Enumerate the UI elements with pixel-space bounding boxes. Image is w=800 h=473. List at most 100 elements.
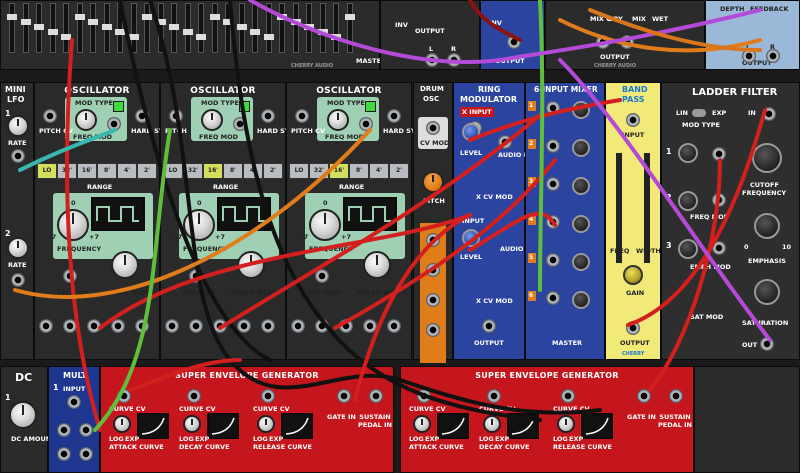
lfo1-out-jack[interactable] [11,149,25,163]
fader-slot[interactable] [182,3,193,53]
fader-slot[interactable] [344,3,355,53]
drum-jack-2[interactable] [426,263,440,277]
fader-slot[interactable] [209,3,220,53]
fader-handle[interactable] [223,19,233,25]
osc-out-jack-3[interactable] [111,319,125,333]
ring-level2-knob[interactable] [462,229,480,247]
ladder-fm1-jack[interactable] [712,147,726,161]
osc-sync-jack[interactable] [135,109,149,123]
fader-slot[interactable] [277,3,287,53]
ring-audio-in-jack[interactable] [498,135,512,149]
osc-out-jack-2[interactable] [87,319,101,333]
osc-out-jack-4[interactable] [261,319,275,333]
osc-pw-mod-jack[interactable] [189,269,203,283]
osc-out-jack-1[interactable] [189,319,203,333]
fader-handle[interactable] [88,19,98,25]
band-input-jack[interactable] [626,113,640,127]
drum-jack-3[interactable] [426,293,440,307]
osc-pulse-width-knob[interactable] [363,251,391,279]
env-curve-cv-jack-1[interactable] [487,389,501,403]
fader-slot[interactable] [34,3,44,53]
osc-pitch-cv-jack[interactable] [169,109,183,123]
fader-handle[interactable] [277,14,287,20]
env-curve-cv-jack-0[interactable] [117,389,131,403]
drum-pitch-knob[interactable] [422,171,444,193]
fader-slot[interactable] [7,3,17,53]
fader-slot[interactable] [101,3,112,53]
osc-range-5[interactable]: 2' [137,163,157,179]
channel-level-knob[interactable] [572,139,590,157]
drum-cv-jack[interactable] [426,121,440,135]
channel-in-jack[interactable] [546,253,560,267]
osc-range-2[interactable]: 16' [329,163,349,179]
osc-out-jack-3[interactable] [237,319,251,333]
osc-out-jack-2[interactable] [213,319,227,333]
ladder-in-jack[interactable] [762,107,776,121]
mult-out4-jack[interactable] [79,447,93,461]
fader-slot[interactable] [142,3,152,53]
ladder-fm2-jack[interactable] [712,193,726,207]
fader-handle[interactable] [236,24,247,30]
channel-in-jack[interactable] [546,177,560,191]
osc-out-jack-0[interactable] [165,319,179,333]
osc-frequency-knob[interactable] [57,209,89,241]
osc-frequency-knob[interactable] [309,209,341,241]
osc-sync-jack[interactable] [261,109,275,123]
osc-sync-jack[interactable] [387,109,401,123]
fader-slot[interactable] [128,3,139,53]
ladder-mod2-knob[interactable] [678,191,698,211]
osc-pitch-cv-jack[interactable] [43,109,57,123]
env-curve-knob-2[interactable] [557,415,575,433]
mixer-out-r-jack[interactable] [447,53,461,67]
env-curve-cv-jack-2[interactable] [561,389,575,403]
fader-slot[interactable] [20,3,31,53]
env-curve-cv-jack-2[interactable] [261,389,275,403]
env-curve-knob-2[interactable] [257,415,275,433]
channel-in-jack[interactable] [546,139,560,153]
fader-handle[interactable] [128,34,139,40]
osc-fm-jack[interactable] [107,117,121,131]
fader-slot[interactable] [115,3,125,53]
env-curve-knob-0[interactable] [113,415,131,433]
osc-freq-mod-knob[interactable] [75,109,97,131]
fader-handle[interactable] [74,14,85,20]
fader-slot[interactable] [304,3,314,53]
drum-jack-4[interactable] [426,323,440,337]
band-output-jack[interactable] [626,321,640,335]
osc-range-5[interactable]: 2' [263,163,283,179]
fader-handle[interactable] [196,34,206,40]
osc-pitch-cv-jack[interactable] [295,109,309,123]
fader-handle[interactable] [331,34,341,40]
fx-out-r-jack[interactable] [620,35,634,49]
osc-range-4[interactable]: 4' [117,163,137,179]
fader-slot[interactable] [169,3,179,53]
fader-slot[interactable] [74,3,85,53]
osc-out-jack-3[interactable] [363,319,377,333]
fader-slot[interactable] [47,3,58,53]
env-sustain-jack[interactable] [669,389,683,403]
mult-input-jack[interactable] [67,395,81,409]
ladder-saturation-knob[interactable] [754,279,780,305]
osc-range-0[interactable]: LO [163,163,183,179]
env-gate-in-jack[interactable] [337,389,351,403]
ladder-fm3-jack[interactable] [712,241,726,255]
fader-handle[interactable] [47,29,58,35]
fader-handle[interactable] [344,14,355,20]
osc-range-1[interactable]: 32' [309,163,329,179]
osc-range-4[interactable]: 4' [369,163,389,179]
channel-level-knob[interactable] [572,177,590,195]
env-curve-cv-jack-0[interactable] [417,389,431,403]
ladder-emphasis-knob[interactable] [754,213,780,239]
mult-out2-jack[interactable] [79,423,93,437]
fader-handle[interactable] [317,29,328,35]
fader-slot[interactable] [61,3,71,53]
fader-slot[interactable] [196,3,206,53]
fader-slot[interactable] [263,3,274,53]
lfo1-rate-knob[interactable] [7,115,29,137]
ladder-cutoff-knob[interactable] [752,143,782,173]
ring-level-knob[interactable] [462,123,480,141]
osc-pulse-width-knob[interactable] [237,251,265,279]
fader-handle[interactable] [290,19,301,25]
osc-range-1[interactable]: 32' [183,163,203,179]
channel-level-knob[interactable] [572,215,590,233]
